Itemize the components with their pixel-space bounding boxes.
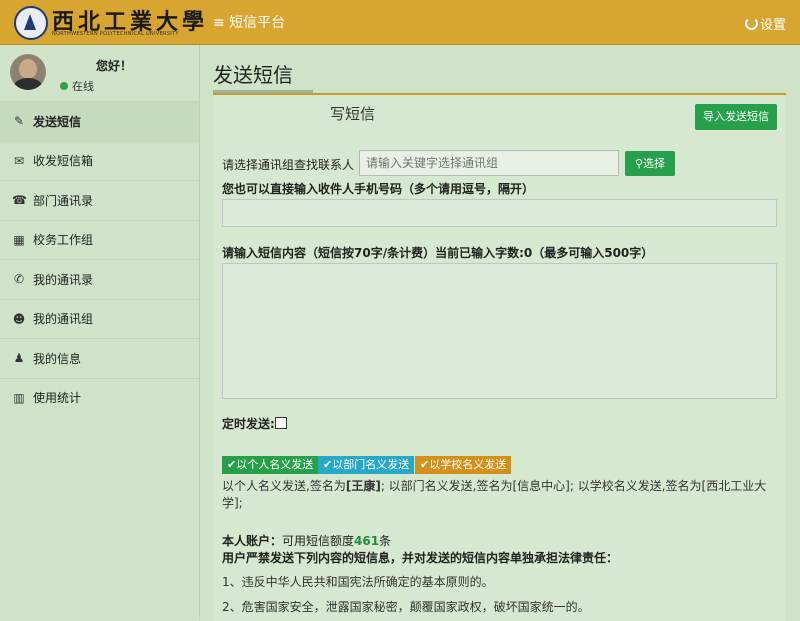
check-icon: ✔	[323, 458, 333, 471]
search-icon: ⚲	[634, 157, 644, 170]
send-department-button[interactable]: ✔以部门名义发送	[318, 456, 415, 474]
group-search-input[interactable]	[359, 150, 619, 176]
sidebar-item-label: 部门通讯录	[33, 193, 94, 208]
send-personal-label: 以个人名义发送	[236, 458, 314, 471]
greeting: 您好！	[96, 59, 133, 73]
sidebar-item-label: 我的通讯组	[33, 312, 94, 327]
sidebar-item-label: 我的信息	[33, 351, 82, 366]
legal-warning: 用户严禁发送下列内容的短信息，并对发送的短信内容单独承担法律责任：	[222, 551, 619, 565]
sidebar: 您好！ 在线 ✎ 发送短信 ✉ 收发短信箱 ☎ 部门通讯录 ▦ 校务工作组 ✆ 我的通讯录…	[0, 45, 200, 619]
check-icon: ✔	[227, 458, 237, 471]
sidebar-item-label: 校务工作组	[33, 233, 94, 248]
schedule-checkbox[interactable]	[274, 417, 287, 429]
platform-menu-toggle[interactable]: ≡ 短信平台	[213, 12, 285, 32]
sidebar-item-label: 我的通讯录	[33, 272, 94, 287]
sidebar-item-send-sms[interactable]: ✎ 发送短信	[0, 101, 199, 141]
logo-english-name: NORTHWESTERN POLYTECHNICAL UNIVERSITY	[52, 31, 179, 37]
online-status-label: 在线	[72, 80, 94, 93]
panel-heading: 写短信	[330, 105, 376, 123]
signature-note-personal: [王康]	[345, 479, 381, 493]
building-icon: ▦	[13, 232, 25, 247]
sidebar-item-label: 发送短信	[33, 114, 82, 129]
bar-chart-icon: ▥	[13, 390, 25, 405]
quota-text-a: 可用短信额度	[282, 534, 355, 548]
user-icon: ♟	[13, 351, 25, 366]
phone-label: 您也可以直接输入收件人手机号码（多个请用逗号，隔开）	[222, 182, 535, 196]
quota-label: 本人账户：	[222, 534, 283, 548]
compose-panel: 写短信 导入发送短信 请选择通讯组查找联系人 ⚲选择 您也可以直接输入收件人手机…	[213, 93, 786, 621]
university-emblem-icon	[14, 6, 48, 40]
page-title: 发送短信	[213, 63, 293, 87]
quota-text-b: 条	[379, 534, 392, 548]
top-bar: 西北工業大學 NORTHWESTERN POLYTECHNICAL UNIVER…	[0, 0, 800, 45]
send-personal-button[interactable]: ✔以个人名义发送	[222, 456, 319, 474]
platform-title: 短信平台	[229, 15, 286, 31]
phone-number-input[interactable]	[222, 199, 777, 227]
send-school-label: 以学校名义发送	[429, 458, 507, 471]
sidebar-item-department-contacts[interactable]: ☎ 部门通讯录	[0, 180, 199, 220]
sidebar-item-my-contacts[interactable]: ✆ 我的通讯录	[0, 259, 199, 299]
sms-content-textarea[interactable]	[222, 263, 777, 399]
address-book-icon: ☎	[12, 193, 27, 208]
online-status: 在线	[60, 78, 94, 94]
rule-2: 2、危害国家安全，泄露国家秘密，颠覆国家政权，破坏国家统一的。	[222, 600, 590, 614]
avatar	[10, 54, 46, 90]
group-icon: ☻	[12, 311, 26, 326]
sidebar-item-inbox[interactable]: ✉ 收发短信箱	[0, 140, 199, 181]
quota-line: 本人账户：可用短信额度461条	[222, 532, 391, 549]
envelope-icon: ✉	[13, 153, 25, 168]
schedule-send: 定时发送:	[222, 415, 287, 432]
sidebar-item-label: 使用统计	[33, 391, 82, 406]
content-label: 请输入短信内容（短信按70字/条计费）当前已输入字数:0（最多可输入500字）	[222, 246, 654, 260]
university-logo[interactable]: 西北工業大學 NORTHWESTERN POLYTECHNICAL UNIVER…	[14, 4, 204, 40]
rule-1: 1、违反中华人民共和国宪法所确定的基本原则的。	[222, 575, 494, 589]
sidebar-item-my-info[interactable]: ♟ 我的信息	[0, 338, 199, 378]
user-panel: 您好！ 在线	[0, 45, 199, 101]
phone-icon: ✆	[13, 272, 25, 287]
schedule-label: 定时发送:	[222, 417, 275, 431]
send-department-label: 以部门名义发送	[332, 458, 410, 471]
signature-note-a: 以个人名义发送,签名为	[222, 479, 346, 493]
select-button-label: 选择	[643, 157, 666, 170]
quota-value: 461	[354, 534, 380, 548]
signature-note: 以个人名义发送,签名为[王康]; 以部门名义发送,签名为[信息中心]; 以学校名…	[222, 478, 778, 512]
settings-link[interactable]: 设置	[744, 14, 786, 33]
sidebar-item-school-workgroup[interactable]: ▦ 校务工作组	[0, 219, 199, 260]
sidebar-item-label: 收发短信箱	[33, 154, 94, 169]
send-school-button[interactable]: ✔以学校名义发送	[415, 456, 512, 474]
sidebar-item-my-groups[interactable]: ☻ 我的通讯组	[0, 298, 199, 339]
select-group-button[interactable]: ⚲选择	[625, 151, 675, 176]
refresh-icon	[744, 17, 758, 30]
sidebar-item-usage-stats[interactable]: ▥ 使用统计	[0, 377, 199, 418]
edit-icon: ✎	[13, 114, 25, 129]
settings-label: 设置	[759, 18, 786, 33]
main-content: 发送短信 写短信 导入发送短信 请选择通讯组查找联系人 ⚲选择 您也可以直接输入…	[200, 45, 800, 621]
import-sms-button[interactable]: 导入发送短信	[695, 104, 777, 130]
menu-icon: ≡	[213, 15, 225, 31]
group-search-label: 请选择通讯组查找联系人	[222, 158, 355, 172]
check-icon: ✔	[420, 458, 430, 471]
online-dot-icon	[60, 82, 68, 90]
